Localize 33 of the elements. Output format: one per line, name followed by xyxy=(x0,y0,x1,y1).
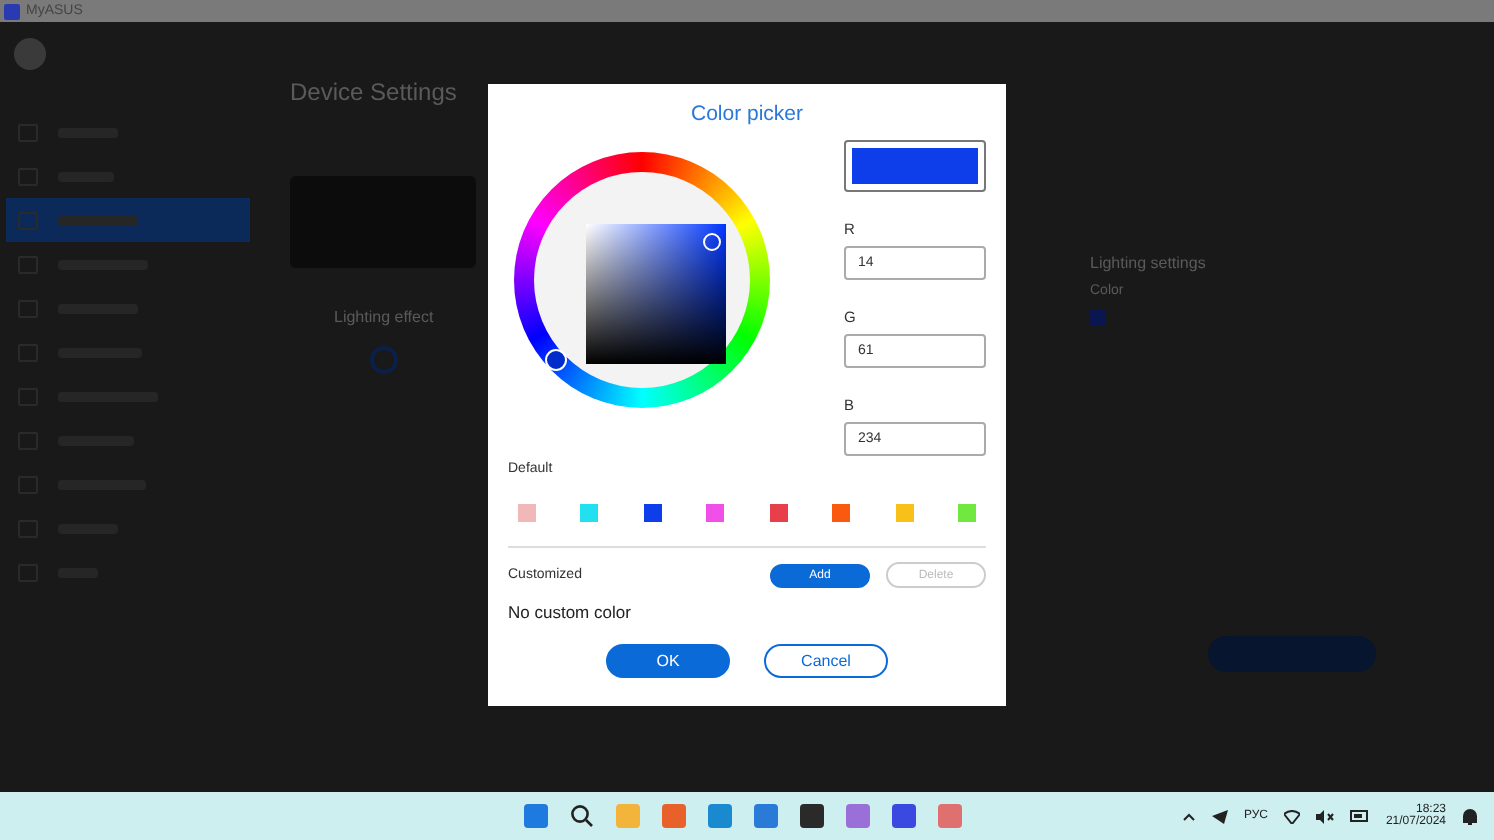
wifi-icon[interactable] xyxy=(1283,809,1300,823)
color-thumb[interactable] xyxy=(702,232,721,251)
hue-thumb[interactable] xyxy=(544,349,567,372)
saturation-value-square[interactable] xyxy=(586,224,726,364)
color-swatch[interactable] xyxy=(957,504,976,522)
color-swatch[interactable] xyxy=(706,504,725,522)
battery-icon[interactable] xyxy=(1349,810,1370,822)
section-title: Lighting effect xyxy=(334,308,434,326)
speaker-muted-icon[interactable] xyxy=(1315,809,1334,823)
color-swatch[interactable] xyxy=(769,504,788,522)
search-icon[interactable] xyxy=(570,804,594,828)
color-swatch[interactable] xyxy=(1090,310,1106,326)
send-icon[interactable] xyxy=(1211,809,1228,823)
color-preview xyxy=(844,140,986,192)
menu-icon xyxy=(18,211,38,229)
chevron-up-icon[interactable] xyxy=(1181,811,1196,821)
color-swatch[interactable] xyxy=(643,504,662,522)
blurred-label xyxy=(58,215,138,225)
empty-message: No custom color xyxy=(508,602,633,622)
section-title: Lighting settings xyxy=(1090,254,1206,272)
ok-button[interactable]: OK xyxy=(606,644,730,678)
color-swatch[interactable] xyxy=(832,504,851,522)
notification-bell-icon[interactable] xyxy=(1462,807,1478,825)
color-swatch[interactable] xyxy=(580,504,599,522)
effect-icon xyxy=(370,346,398,374)
color-swatch[interactable] xyxy=(518,504,536,522)
cancel-button[interactable]: Cancel xyxy=(764,644,888,678)
avatar xyxy=(14,38,46,70)
color-swatch[interactable] xyxy=(895,504,914,522)
page-title: Device Settings xyxy=(290,78,457,106)
sidebar-item[interactable] xyxy=(6,198,250,242)
app-logo-icon xyxy=(4,3,20,19)
dialog-title: Color picker xyxy=(688,102,806,126)
